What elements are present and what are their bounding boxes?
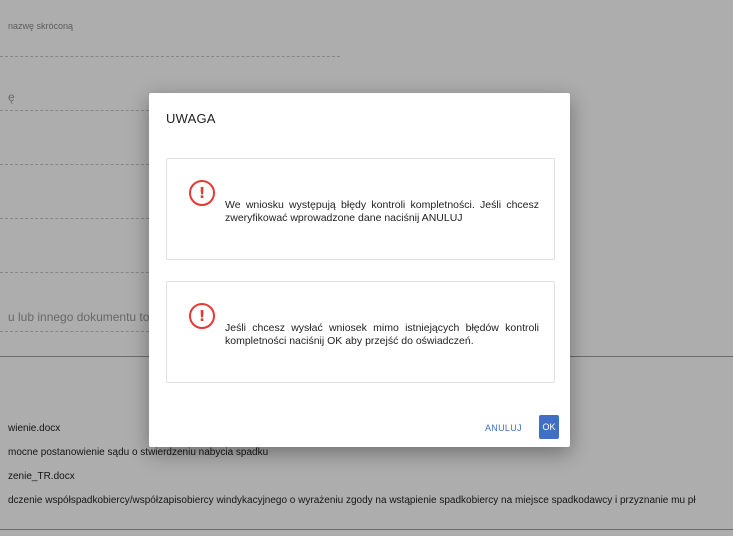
error-circle-icon: ! [189,303,215,329]
message-card-incomplete: ! We wniosku występują błędy kontroli ko… [166,158,555,260]
cancel-button[interactable]: ANULUJ [485,423,522,433]
message-card-send-anyway: ! Jeśli chcesz wysłać wniosek mimo istni… [166,281,555,383]
page: nazwę skróconą ę u lub innego dokumentu … [0,0,733,536]
ok-button[interactable]: OK [539,415,559,439]
error-circle-icon: ! [189,180,215,206]
dialog-title: UWAGA [166,111,216,126]
message-text: Jeśli chcesz wysłać wniosek mimo istniej… [225,322,539,347]
message-text: We wniosku występują błędy kontroli komp… [225,199,539,224]
warning-dialog: UWAGA ! We wniosku występują błędy kontr… [149,93,570,447]
